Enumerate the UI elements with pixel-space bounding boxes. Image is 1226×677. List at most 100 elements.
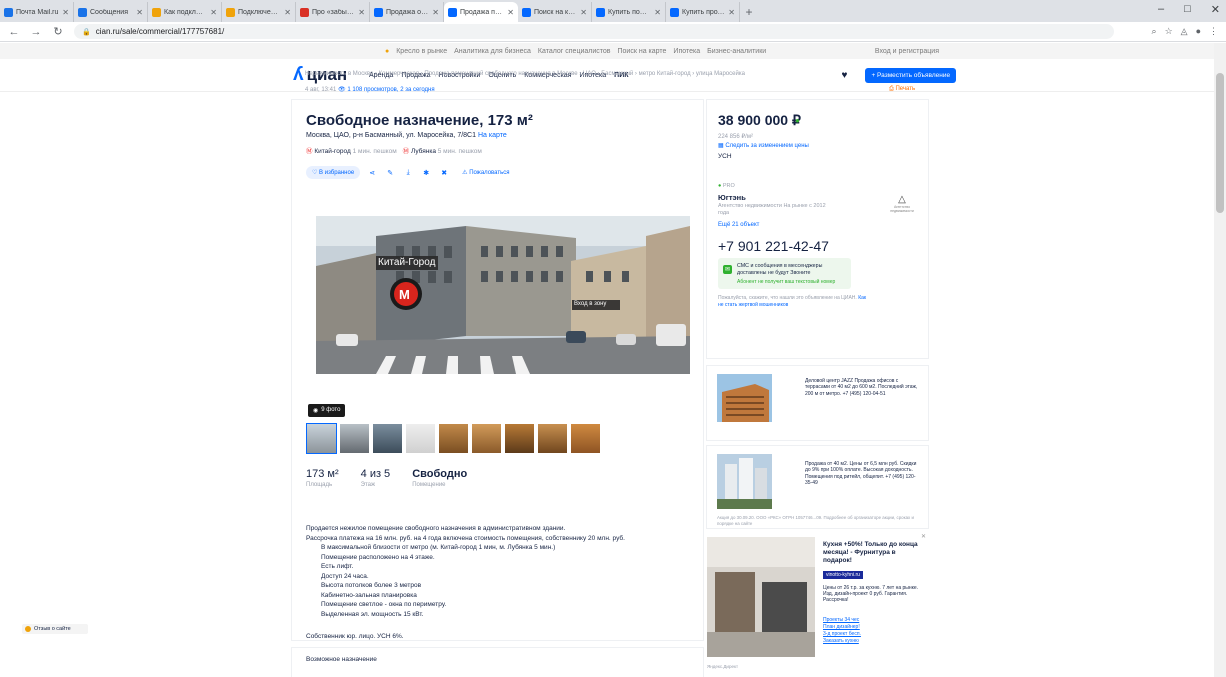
tab-close-icon[interactable]: ✕: [284, 8, 291, 17]
sms-subtext: Абонент не получит ваш текстовый номер: [737, 279, 836, 285]
follow-price-link[interactable]: ▦ Следить за изменением цены: [718, 142, 809, 149]
metro-item[interactable]: Ⓜ Китай-город 1 мин. пешком: [306, 145, 397, 155]
back-icon[interactable]: ←: [8, 26, 20, 38]
tab-title: Поиск на карте: [534, 8, 577, 16]
thumbnail[interactable]: [471, 423, 502, 454]
login-link[interactable]: Вход и регистрация: [875, 48, 939, 55]
topstrip-link-5[interactable]: Бизнес-аналитики: [707, 48, 766, 55]
ad-link[interactable]: 3-д проект бесп.: [823, 631, 861, 638]
feedback-button[interactable]: Отзыв о сайте: [22, 624, 88, 634]
profile-avatar-icon[interactable]: ●: [1196, 26, 1201, 37]
metro-item[interactable]: Ⓜ Лубянка 5 мин. пешком: [403, 145, 482, 155]
browser-tab[interactable]: Купить продажа✕: [666, 2, 740, 22]
tab-close-icon[interactable]: ✕: [210, 8, 217, 17]
phone-number[interactable]: +7 901 221-42-47: [718, 238, 829, 254]
thumbnail[interactable]: [405, 423, 436, 454]
tab-close-icon[interactable]: ✕: [136, 8, 143, 17]
thumbnail[interactable]: [570, 423, 601, 454]
browser-tab[interactable]: Почта Mail.ru ✕: [0, 2, 74, 22]
all-objects-link[interactable]: Ещё 21 объект: [718, 222, 759, 228]
tab-close-icon[interactable]: ✕: [580, 8, 587, 17]
browser-tab[interactable]: Сообщения ✕: [74, 2, 148, 22]
topstrip-link-0[interactable]: Кресло в рынке: [396, 48, 447, 55]
minimize-icon[interactable]: –: [1158, 3, 1164, 16]
bookmark-star-icon[interactable]: ☆: [1165, 26, 1173, 37]
key-facts: 173 м² Площадь 4 из 5 Этаж Свободно Помещен…: [306, 468, 467, 488]
price-trend-icon[interactable]: ●: [795, 116, 800, 125]
extension-icon[interactable]: ◬: [1181, 26, 1188, 37]
new-tab-button[interactable]: +: [740, 2, 758, 22]
tab-favicon-icon: [78, 7, 87, 17]
hide-icon[interactable]: ✖: [438, 167, 450, 179]
address-text[interactable]: Москва, ЦАО, р-н Басманный, ул. Маросейк…: [306, 132, 476, 139]
topstrip-link-4[interactable]: Ипотека: [673, 48, 700, 55]
browser-tab[interactable]: Продажа офиса 2✕: [370, 2, 444, 22]
browser-tab[interactable]: Продажа помещ✕: [444, 2, 518, 22]
ad-link[interactable]: Заказать кухню: [823, 638, 861, 645]
menu-dots-icon[interactable]: ⋮: [1209, 26, 1218, 37]
print-link[interactable]: ⎙ Печать: [889, 86, 915, 93]
compare-icon[interactable]: ✱: [420, 167, 432, 179]
close-icon[interactable]: ✕: [921, 533, 926, 540]
thumbnail[interactable]: [306, 423, 337, 454]
topstrip-link-3[interactable]: Поиск на карте: [618, 48, 667, 55]
tab-favicon-icon: [374, 7, 383, 17]
views-count[interactable]: 1 108 просмотров, 2 за сегодня: [347, 87, 434, 93]
tab-favicon-icon: [300, 7, 309, 17]
maximize-icon[interactable]: □: [1184, 3, 1191, 16]
url-field[interactable]: 🔒 cian.ru/sale/commercial/177757681/: [74, 24, 1114, 39]
tab-favicon-icon: [596, 7, 605, 17]
thumbnail[interactable]: [339, 423, 370, 454]
ad-link[interactable]: Проекты 34 чес: [823, 617, 861, 624]
zoom-icon[interactable]: ⌕: [1152, 26, 1157, 37]
description-line: Помещение светлое - окна по периметру.: [321, 601, 447, 608]
pin-icon[interactable]: ✎: [384, 167, 396, 179]
price-per-m2: 224 856 ₽/м²: [718, 134, 753, 140]
complain-button[interactable]: ⚠ Пожаловаться: [456, 166, 516, 179]
tab-close-icon[interactable]: ✕: [728, 8, 735, 17]
ad-card[interactable]: Деловой центр JAZZ Продажа офисов с терр…: [707, 366, 928, 440]
top-service-strip: ● Кресло в рынке Аналитика для бизнеса К…: [0, 43, 1214, 59]
thumbnail[interactable]: [438, 423, 469, 454]
ad-card[interactable]: Продажа от 40 м2. Цены от 6,5 млн руб. С…: [707, 446, 928, 528]
agency-name[interactable]: Югтэнь: [718, 193, 746, 202]
tab-close-icon[interactable]: ✕: [507, 8, 514, 17]
tab-title: Продажа помещ: [460, 8, 504, 16]
address-bar: ← → ↻ 🔒 cian.ru/sale/commercial/17775768…: [0, 22, 1226, 42]
map-link[interactable]: На карте: [478, 132, 507, 139]
topstrip-link-1[interactable]: Аналитика для бизнеса: [454, 48, 531, 55]
topstrip-link-2[interactable]: Каталог специалистов: [538, 48, 611, 55]
ad-text: Деловой центр JAZZ Продажа офисов с терр…: [805, 378, 918, 397]
tab-close-icon[interactable]: ✕: [654, 8, 661, 17]
thumbnail[interactable]: [372, 423, 403, 454]
breadcrumb[interactable]: Недвижимость в Москве › Коммерческая › П…: [305, 71, 745, 77]
browser-tab[interactable]: Купить помещени✕: [592, 2, 666, 22]
favorites-heart-icon[interactable]: ♥: [842, 70, 848, 81]
ad-site[interactable]: vinotto-kyhni.ru: [823, 571, 863, 579]
browser-tab[interactable]: Как подключить✕: [148, 2, 222, 22]
thumbnail[interactable]: [537, 423, 568, 454]
photo-count-badge[interactable]: ◉ 9 фото: [308, 404, 346, 417]
metro-walk: 1 мин. пешком: [352, 148, 397, 155]
main-photo[interactable]: M Китай-Город Вход в зону: [316, 216, 690, 374]
tab-close-icon[interactable]: ✕: [62, 8, 69, 17]
browser-tab[interactable]: Про «забытый» на✕: [296, 2, 370, 22]
forward-icon[interactable]: →: [30, 26, 42, 38]
close-window-icon[interactable]: ✕: [1211, 3, 1220, 16]
agency-logo[interactable]: △ Агентство недвижимости: [887, 194, 917, 213]
complain-label: Пожаловаться: [469, 170, 510, 176]
yandex-ad[interactable]: ✕ Кухня +50%! Только до конца месяца! - …: [707, 533, 928, 663]
page-scrollbar[interactable]: [1214, 43, 1226, 677]
tab-close-icon[interactable]: ✕: [432, 8, 439, 17]
reload-icon[interactable]: ↻: [52, 25, 64, 38]
browser-tab[interactable]: Поиск на карте✕: [518, 2, 592, 22]
share-icon[interactable]: ⋖: [366, 167, 378, 179]
tab-close-icon[interactable]: ✕: [358, 8, 365, 17]
browser-tab[interactable]: Подключение ком✕: [222, 2, 296, 22]
ad-link[interactable]: План дизайнер!: [823, 624, 861, 631]
scroll-thumb[interactable]: [1216, 73, 1224, 213]
thumbnail[interactable]: [504, 423, 535, 454]
place-ad-button[interactable]: + Разместить объявление: [865, 67, 957, 83]
favorite-button[interactable]: ♡ В избранное: [306, 166, 361, 179]
download-icon[interactable]: ⤓: [402, 167, 414, 179]
